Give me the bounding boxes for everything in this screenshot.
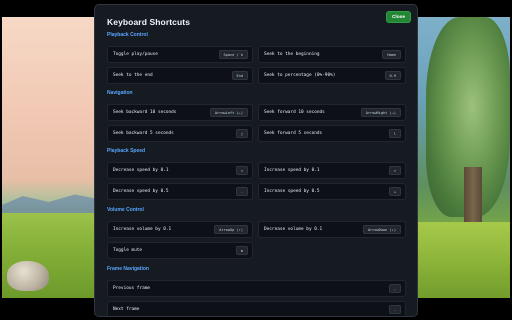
close-button[interactable]: Close: [386, 11, 411, 23]
shortcut-key: .: [388, 305, 401, 314]
shortcut-item[interactable]: Seek backward 10 seconds ArrowLeft (←): [107, 104, 253, 121]
shortcut-description: Seek forward 5 seconds: [264, 131, 323, 136]
shortcut-description: Increase speed by 0.1: [264, 168, 320, 173]
shortcut-description: Seek to the end: [113, 73, 153, 78]
shortcut-item[interactable]: Increase speed by 0.1 >: [258, 162, 406, 179]
shortcut-description: Seek forward 10 seconds: [264, 110, 325, 115]
shortcut-item[interactable]: Seek to the beginning Home: [258, 46, 406, 63]
shortcut-description: Increase volume by 0.1: [113, 227, 172, 232]
scene-grass: [418, 222, 510, 298]
shortcut-key: j: [235, 129, 248, 138]
video-scene-left: [2, 17, 106, 298]
shortcut-item[interactable]: Increase speed by 0.5 +: [258, 183, 406, 200]
scene-tree-trunk: [464, 167, 482, 227]
shortcut-key: -: [235, 187, 248, 196]
shortcut-key: ArrowDown (↓): [362, 225, 401, 234]
shortcut-description: Seek backward 10 seconds: [113, 110, 177, 115]
shortcut-item[interactable]: Increase volume by 0.1 ArrowUp (↑): [107, 221, 253, 238]
shortcut-key: m: [235, 246, 248, 255]
shortcut-item[interactable]: Toggle mute m: [107, 242, 253, 259]
shortcut-description: Increase speed by 0.5: [264, 189, 320, 194]
shortcut-key: ArrowUp (↑): [214, 225, 248, 234]
shortcut-description: Seek backward 5 seconds: [113, 131, 174, 136]
shortcut-description: Previous frame: [113, 286, 151, 291]
shortcut-item[interactable]: Seek to percentage (0%-90%) 0-9: [258, 67, 406, 84]
shortcut-item[interactable]: Seek to the end End: [107, 67, 253, 84]
shortcut-key: Home: [382, 50, 401, 59]
shortcut-key: +: [388, 187, 401, 196]
shortcut-description: Decrease speed by 0.5: [113, 189, 169, 194]
shortcut-key: Space / k: [218, 50, 248, 59]
shortcut-item[interactable]: Seek forward 10 seconds ArrowRight (→): [258, 104, 406, 121]
shortcut-item[interactable]: Decrease speed by 0.5 -: [107, 183, 253, 200]
shortcut-item[interactable]: Toggle play/pause Space / k: [107, 46, 253, 63]
scene-rock: [7, 261, 49, 291]
shortcut-description: Toggle play/pause: [113, 52, 158, 57]
shortcut-item[interactable]: Previous frame ,: [107, 280, 406, 297]
shortcut-description: Decrease speed by 0.1: [113, 168, 169, 173]
shortcut-item[interactable]: Seek forward 5 seconds l: [258, 125, 406, 142]
shortcut-description: Toggle mute: [113, 248, 143, 253]
section-title: Frame Navigation: [107, 266, 149, 272]
shortcut-item[interactable]: Decrease volume by 0.1 ArrowDown (↓): [258, 221, 406, 238]
dialog-title: Keyboard Shortcuts: [107, 17, 191, 27]
shortcut-item[interactable]: Seek backward 5 seconds j: [107, 125, 253, 142]
shortcut-key: l: [388, 129, 401, 138]
section-title: Volume Control: [107, 207, 144, 213]
shortcut-description: Next frame: [113, 307, 140, 312]
shortcut-item[interactable]: Decrease speed by 0.1 <: [107, 162, 253, 179]
shortcut-description: Decrease volume by 0.1: [264, 227, 323, 232]
section-title: Playback Control: [107, 32, 148, 38]
shortcut-description: Seek to the beginning: [264, 52, 320, 57]
section-title: Navigation: [107, 90, 133, 96]
shortcuts-scroll-area[interactable]: Playback Control Toggle play/pause Space…: [95, 29, 417, 316]
section-title: Playback Speed: [107, 148, 146, 154]
shortcut-key: >: [388, 166, 401, 175]
shortcut-key: ArrowLeft (←): [209, 108, 248, 117]
shortcut-key: 0-9: [384, 71, 401, 80]
shortcut-key: ,: [388, 284, 401, 293]
shortcut-description: Seek to percentage (0%-90%): [264, 73, 336, 78]
shortcut-key: <: [235, 166, 248, 175]
shortcut-key: ArrowRight (→): [360, 108, 401, 117]
shortcut-item[interactable]: Next frame .: [107, 301, 406, 316]
shortcut-key: End: [231, 71, 248, 80]
keyboard-shortcuts-dialog: Keyboard Shortcuts Close Playback Contro…: [94, 4, 418, 317]
video-scene-right: [418, 17, 510, 298]
